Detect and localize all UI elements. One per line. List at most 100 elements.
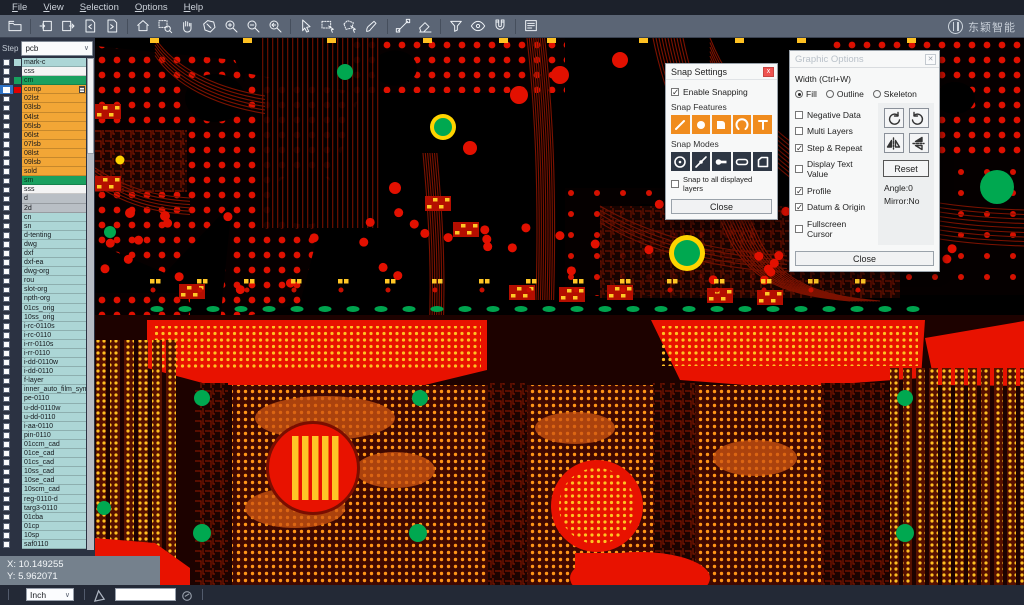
layer-row-dxf[interactable]: dxf [0,249,86,258]
layer-visibility-checkbox[interactable] [0,194,13,203]
export-button[interactable] [57,16,79,36]
snap-key-button[interactable] [712,152,731,171]
layer-visibility-checkbox[interactable] [0,385,13,394]
layer-scrollbar[interactable] [87,58,94,550]
layer-row-cn[interactable]: cn [0,213,86,222]
layer-row-03lsb[interactable]: 03lsb [0,103,86,112]
layer-badge-icon[interactable] [79,86,86,93]
layer-visibility-checkbox[interactable] [0,440,13,449]
layer-row-targ3-0110[interactable]: targ3-0110 [0,504,86,513]
select-poly-button[interactable] [339,16,361,36]
layer-visibility-checkbox[interactable] [0,67,13,76]
zoom-in-button[interactable] [220,16,242,36]
layer-row-reg-0110-d[interactable]: reg-0110-d [0,495,86,504]
layer-row-01ccm_cad[interactable]: 01ccm_cad [0,440,86,449]
layer-row-10scm_cad[interactable]: 10scm_cad [0,485,86,494]
check-datum-origin[interactable]: Datum & Origin [795,202,874,212]
layer-row-i-rr-0110[interactable]: i-rr-0110 [0,349,86,358]
layer-visibility-checkbox[interactable] [0,103,13,112]
layer-row-u-dd-0110w[interactable]: u-dd-0110w [0,404,86,413]
layer-row-css[interactable]: css [0,67,86,76]
select-button[interactable] [295,16,317,36]
layer-row-07lsb[interactable]: 07lsb [0,140,86,149]
layer-visibility-checkbox[interactable] [0,304,13,313]
layer-visibility-checkbox[interactable] [0,485,13,494]
layer-row-d[interactable]: d [0,194,86,203]
layer-row-10sp[interactable]: 10sp [0,531,86,540]
layer-row-i-rc-0110[interactable]: i-rc-0110 [0,331,86,340]
layer-visibility-checkbox[interactable] [0,422,13,431]
new-note-icon[interactable] [92,588,107,602]
enable-snapping-checkbox-row[interactable]: Enable Snapping [671,87,772,97]
layer-row-i-aa-0110[interactable]: i-aa-0110 [0,422,86,431]
graphic-dialog-titlebar[interactable]: Graphic Options ✕ [790,51,939,68]
close-icon[interactable]: ✕ [925,54,936,65]
layer-visibility-checkbox[interactable] [0,113,13,122]
check-profile[interactable]: Profile [795,186,874,196]
snap-text-button[interactable] [753,115,772,134]
layer-visibility-checkbox[interactable] [0,167,13,176]
layer-row-10ss_orig[interactable]: 10ss_orig [0,313,86,322]
layer-visibility-checkbox[interactable] [0,85,13,94]
snap-dot-button[interactable] [692,115,711,134]
zoom-previous-button[interactable] [264,16,286,36]
import-button[interactable] [35,16,57,36]
layer-row-dxf-ea[interactable]: dxf-ea [0,258,86,267]
layer-visibility-checkbox[interactable] [0,204,13,213]
zoom-window-button[interactable] [154,16,176,36]
menu-file[interactable]: File [4,0,35,15]
zoom-region-button[interactable] [198,16,220,36]
check-negative-data[interactable]: Negative Data [795,110,874,120]
check-step-repeat[interactable]: Step & Repeat [795,143,874,153]
layer-visibility-checkbox[interactable] [0,131,13,140]
layer-visibility-checkbox[interactable] [0,404,13,413]
measure-button[interactable] [392,16,414,36]
highlight-brush-button[interactable] [361,16,383,36]
layer-row-i-dd-0110[interactable]: i-dd-0110 [0,367,86,376]
layer-row-i-rc-0110s[interactable]: i-rc-0110s [0,322,86,331]
command-input[interactable] [115,588,176,601]
step-select[interactable]: pcb ∨ [21,41,93,56]
layer-visibility-checkbox[interactable] [0,431,13,440]
layer-row-06lst[interactable]: 06lst [0,131,86,140]
mirror-v-button[interactable] [909,133,929,153]
layer-visibility-checkbox[interactable] [0,58,13,67]
layer-visibility-checkbox[interactable] [0,176,13,185]
layer-visibility-checkbox[interactable] [0,76,13,85]
layer-visibility-checkbox[interactable] [0,367,13,376]
layer-visibility-checkbox[interactable] [0,394,13,403]
layer-row-dwg[interactable]: dwg [0,240,86,249]
graphic-close-button[interactable]: Close [795,251,934,266]
layer-row-mark-c[interactable]: mark-c [0,58,86,67]
layer-row-u-dd-0110[interactable]: u-dd-0110 [0,413,86,422]
rotate-ccw-button[interactable] [909,108,929,128]
menu-view[interactable]: View [35,0,71,15]
reset-button[interactable]: Reset [883,160,929,177]
page-next-button[interactable] [101,16,123,36]
layer-visibility-checkbox[interactable] [0,185,13,194]
home-view-button[interactable] [132,16,154,36]
layer-visibility-checkbox[interactable] [0,149,13,158]
check-fullscreen-cursor[interactable]: Fullscreen Cursor [795,219,874,239]
view-options-button[interactable] [467,16,489,36]
open-file-button[interactable] [4,16,26,36]
layer-visibility-checkbox[interactable] [0,358,13,367]
layer-visibility-checkbox[interactable] [0,240,13,249]
apply-icon[interactable] [181,589,193,601]
layer-visibility-checkbox[interactable] [0,258,13,267]
layer-visibility-checkbox[interactable] [0,349,13,358]
layer-visibility-checkbox[interactable] [0,285,13,294]
page-prev-button[interactable] [79,16,101,36]
layer-row-01cp[interactable]: 01cp [0,522,86,531]
layer-visibility-checkbox[interactable] [0,276,13,285]
layer-visibility-checkbox[interactable] [0,540,13,549]
layer-visibility-checkbox[interactable] [0,531,13,540]
layer-visibility-checkbox[interactable] [0,213,13,222]
layer-visibility-checkbox[interactable] [0,413,13,422]
layer-row-i-rr-0110s[interactable]: i-rr-0110s [0,340,86,349]
layer-row-cm[interactable]: cm [0,76,86,85]
layer-row-01cs_orig[interactable]: 01cs_orig [0,304,86,313]
snap-corner-button[interactable] [753,152,772,171]
layer-row-rou[interactable]: rou [0,276,86,285]
width-radio-fill[interactable]: Fill [795,89,817,99]
